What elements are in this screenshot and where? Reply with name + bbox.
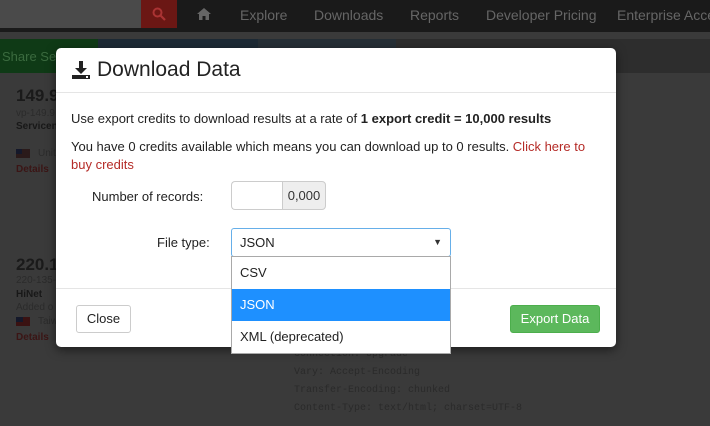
file-type-select[interactable]: JSON ▼ <box>231 228 451 257</box>
search-button[interactable] <box>141 0 177 28</box>
credits-text: You have 0 credits available which means… <box>71 139 513 154</box>
result-details-link[interactable]: Details <box>16 164 49 175</box>
result-org: Servicen <box>16 121 58 132</box>
result-country: Unit <box>38 148 56 159</box>
option-csv[interactable]: CSV <box>232 257 450 289</box>
result-details-link[interactable]: Details <box>16 332 49 343</box>
header-line: Transfer-Encoding: chunked <box>294 385 451 396</box>
header-line: Content-Type: text/html; charset=UTF-8 <box>294 403 523 414</box>
header-line: Vary: Accept-Encoding <box>294 367 421 378</box>
nav-explore[interactable]: Explore <box>240 7 287 23</box>
search-input[interactable] <box>0 0 141 28</box>
credits-info: You have 0 credits available which means… <box>71 138 606 174</box>
result-added: Added o <box>16 302 54 313</box>
top-navbar: Explore Downloads Reports Developer Pric… <box>0 0 710 32</box>
us-flag-icon <box>16 149 30 158</box>
close-button[interactable]: Close <box>76 305 131 333</box>
modal-title: Download Data <box>71 58 241 82</box>
chevron-down-icon: ▼ <box>433 237 442 247</box>
nav-reports[interactable]: Reports <box>410 7 459 23</box>
nav-enterprise-access[interactable]: Enterprise Acce <box>617 7 710 23</box>
result-hostname: vp-149.9 <box>16 108 55 119</box>
result-country: Taiw <box>38 316 59 327</box>
number-of-records-input[interactable] <box>231 181 283 210</box>
option-xml[interactable]: XML (deprecated) <box>232 321 450 353</box>
result-hostname: 220-135- <box>16 275 57 286</box>
modal-header: Download Data <box>56 48 616 93</box>
option-json[interactable]: JSON <box>232 289 450 321</box>
records-suffix: 0,000 <box>282 181 326 210</box>
rate-bold: 1 export credit = 10,000 results <box>360 111 552 126</box>
result-ip[interactable]: 149.9 <box>16 86 59 106</box>
modal-title-text: Download Data <box>97 58 241 81</box>
search-icon <box>152 7 166 21</box>
filetype-label: File type: <box>157 235 210 250</box>
home-icon[interactable] <box>196 7 212 21</box>
file-type-value: JSON <box>240 235 275 250</box>
nav-developer-pricing[interactable]: Developer Pricing <box>486 7 597 23</box>
download-icon <box>72 61 90 79</box>
rate-text: Use export credits to download results a… <box>71 111 361 126</box>
rate-info: Use export credits to download results a… <box>71 111 551 126</box>
taiwan-flag-icon <box>16 317 30 326</box>
nav-downloads[interactable]: Downloads <box>314 7 383 23</box>
export-data-button[interactable]: Export Data <box>510 305 600 333</box>
records-label: Number of records: <box>92 189 204 204</box>
result-org: HiNet <box>16 289 43 300</box>
file-type-dropdown: CSV JSON XML (deprecated) <box>231 256 451 354</box>
result-ip[interactable]: 220.1 <box>16 255 59 275</box>
